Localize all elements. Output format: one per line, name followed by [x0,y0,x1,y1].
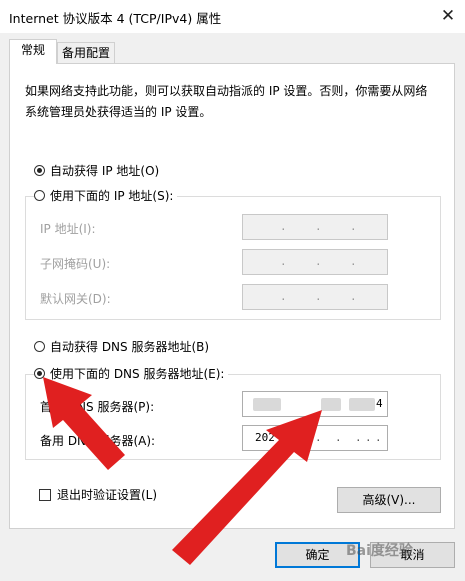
radio-indicator [34,340,45,352]
preferred-dns-label: 首选 DNS 服务器(P): [40,400,155,414]
redacted-block [253,398,281,411]
validate-on-exit-checkbox[interactable]: 退出时验证设置(L) [39,486,157,503]
auto-dns-label: 自动获得 DNS 服务器地址(B) [50,339,210,354]
subnet-mask-label: 子网掩码(U): [40,257,111,271]
manual-dns-radio[interactable]: 使用下面的 DNS 服务器地址(E): [34,364,229,382]
radio-indicator [34,164,45,176]
validate-on-exit-label: 退出时验证设置(L) [57,488,158,502]
ip-address-label: IP 地址(I): [40,222,96,236]
auto-dns-radio[interactable]: 自动获得 DNS 服务器地址(B) [34,337,214,355]
alternate-dns-value: 202 [255,431,275,444]
advanced-button[interactable]: 高级(V)... [337,487,441,513]
redacted-block [349,398,375,411]
alternate-dns-field[interactable]: 202 ..... [242,425,388,451]
manual-dns-label: 使用下面的 DNS 服务器地址(E): [50,366,225,381]
default-gateway-label: 默认网关(D): [40,292,111,306]
description-text: 如果网络支持此功能，则可以获取自动指派的 IP 设置。否则，你需要从网络系统管理… [25,84,428,119]
manual-ip-radio[interactable]: 使用下面的 IP 地址(S): [34,186,178,204]
watermark-text: Bai度经验 [346,543,413,559]
close-icon[interactable]: ✕ [436,4,460,28]
preferred-dns-field[interactable]: 4 [242,391,388,417]
preferred-dns-value: 4 [376,397,383,410]
window-title: Internet 协议版本 4 (TCP/IPv4) 属性 [9,11,222,26]
ip-address-field: ... [242,214,388,240]
tab-general[interactable]: 常规 [9,39,57,64]
radio-indicator [34,367,45,379]
redacted-block [321,398,341,411]
alternate-dns-label: 备用 DNS 服务器(A): [40,434,156,448]
checkbox-box [39,488,51,501]
auto-ip-radio[interactable]: 自动获得 IP 地址(O) [34,161,164,179]
radio-indicator [34,189,45,201]
default-gateway-field: ... [242,284,388,310]
manual-ip-label: 使用下面的 IP 地址(S): [50,188,174,203]
auto-ip-label: 自动获得 IP 地址(O) [50,163,160,178]
title-bar: Internet 协议版本 4 (TCP/IPv4) 属性 ✕ [0,0,465,33]
subnet-mask-field: ... [242,249,388,275]
tab-alternate-config[interactable]: 备用配置 [57,42,115,64]
